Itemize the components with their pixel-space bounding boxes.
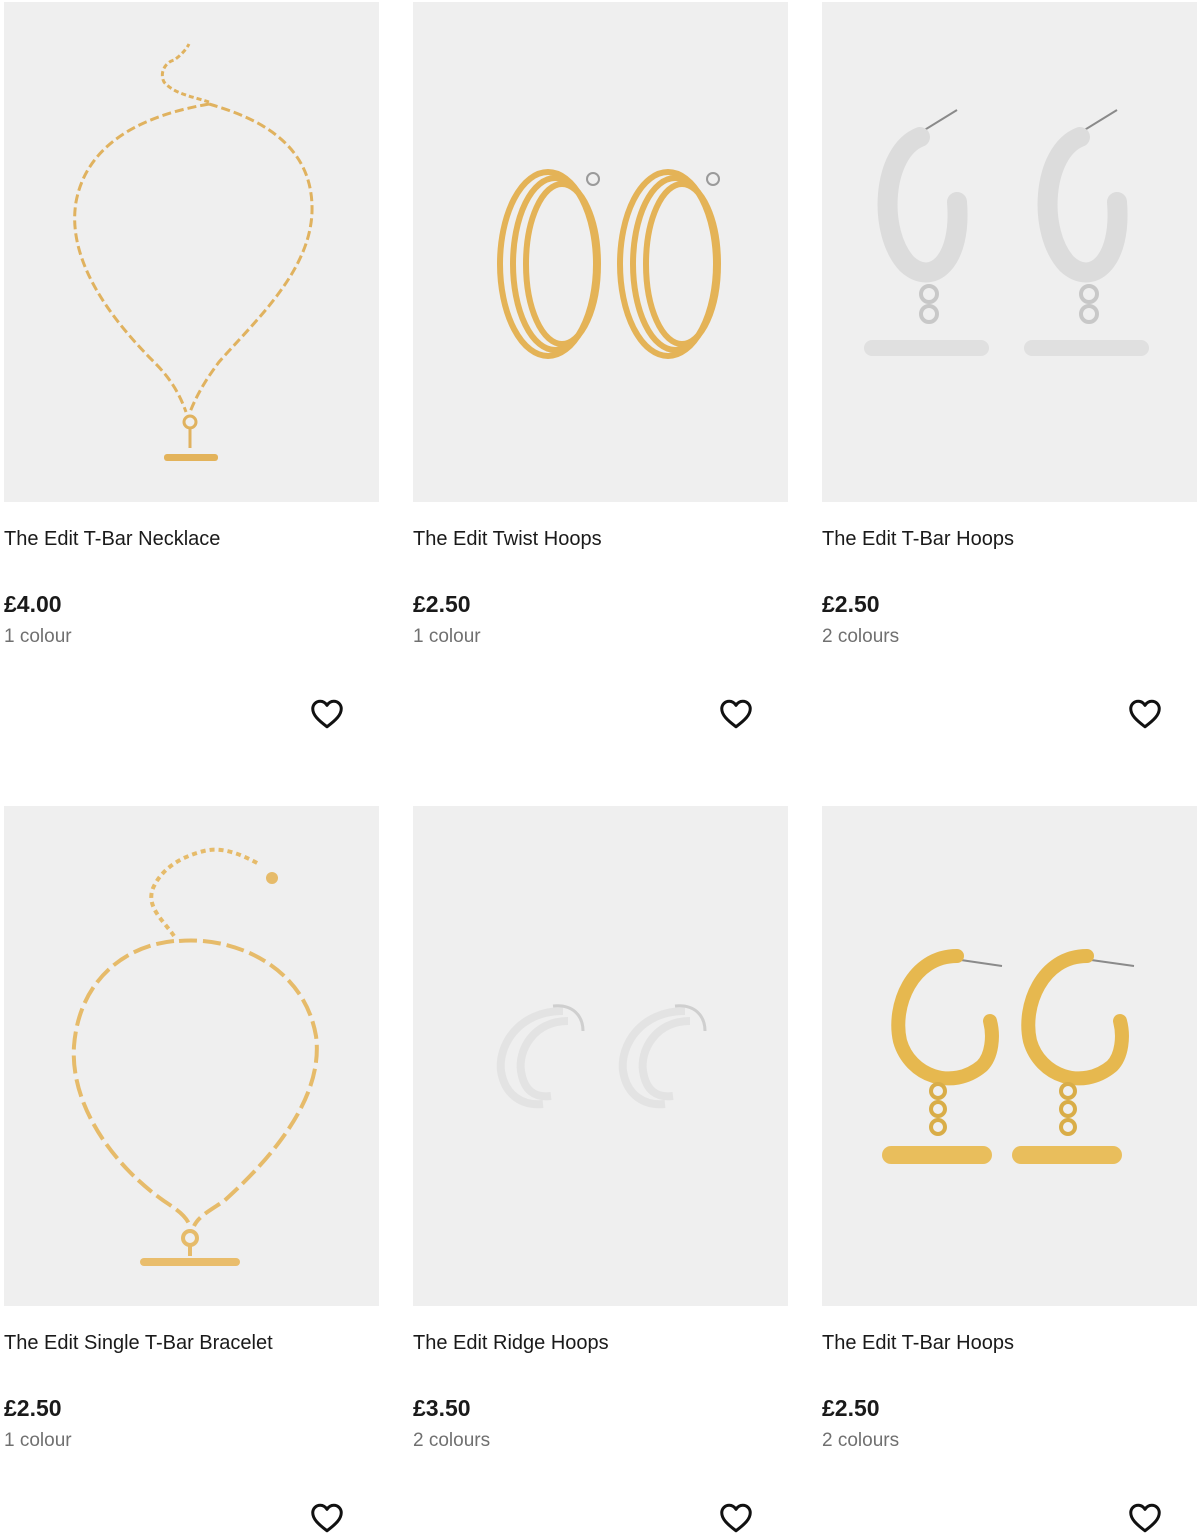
gold-t-bar-hoops-image — [882, 949, 1135, 1164]
colour-count: 1 colour — [413, 626, 481, 647]
add-to-wishlist-button[interactable] — [307, 694, 347, 734]
product-price: £2.50 — [4, 1395, 62, 1421]
heart-outline-icon — [311, 1503, 343, 1533]
product-name[interactable]: The Edit T-Bar Necklace — [4, 526, 379, 552]
gold-t-bar-necklace-image — [73, 43, 314, 461]
add-to-wishlist-button[interactable] — [716, 1498, 756, 1538]
gold-t-bar-bracelet-image — [71, 847, 319, 1266]
product-name[interactable]: The Edit T-Bar Hoops — [822, 1330, 1197, 1356]
product-name[interactable]: The Edit T-Bar Hoops — [822, 526, 1197, 552]
heart-outline-icon — [1129, 1503, 1161, 1533]
colour-count: 1 colour — [4, 1430, 72, 1451]
product-name[interactable]: The Edit Single T-Bar Bracelet — [4, 1330, 379, 1356]
product-image[interactable] — [413, 806, 788, 1306]
product-price: £3.50 — [413, 1395, 471, 1421]
add-to-wishlist-button[interactable] — [1125, 1498, 1165, 1538]
product-price: £2.50 — [822, 591, 880, 617]
add-to-wishlist-button[interactable] — [716, 694, 756, 734]
product-name[interactable]: The Edit Ridge Hoops — [413, 1330, 788, 1356]
colour-count: 2 colours — [413, 1430, 491, 1451]
colour-count: 2 colours — [822, 1430, 900, 1451]
product-image[interactable] — [4, 2, 379, 502]
colour-count: 1 colour — [4, 626, 72, 647]
product-price: £4.00 — [4, 591, 62, 617]
product-image[interactable] — [822, 806, 1197, 1306]
heart-outline-icon — [311, 699, 343, 729]
product-image[interactable] — [413, 2, 788, 502]
add-to-wishlist-button[interactable] — [1125, 694, 1165, 734]
product-price: £2.50 — [822, 1395, 880, 1421]
colour-count: 2 colours — [822, 626, 900, 647]
heart-outline-icon — [1129, 699, 1161, 729]
silver-t-bar-hoops-image — [864, 109, 1149, 356]
heart-outline-icon — [720, 699, 752, 729]
gold-twist-hoops-image — [497, 169, 721, 359]
product-grid: The Edit T-Bar Necklace £4.00 1 colour T… — [0, 0, 1200, 1538]
product-price: £2.50 — [413, 591, 471, 617]
product-name[interactable]: The Edit Twist Hoops — [413, 526, 788, 552]
product-image[interactable] — [4, 806, 379, 1306]
product-image[interactable] — [822, 2, 1197, 502]
heart-outline-icon — [720, 1503, 752, 1533]
add-to-wishlist-button[interactable] — [307, 1498, 347, 1538]
silver-ridge-hoops-image — [496, 1004, 707, 1109]
